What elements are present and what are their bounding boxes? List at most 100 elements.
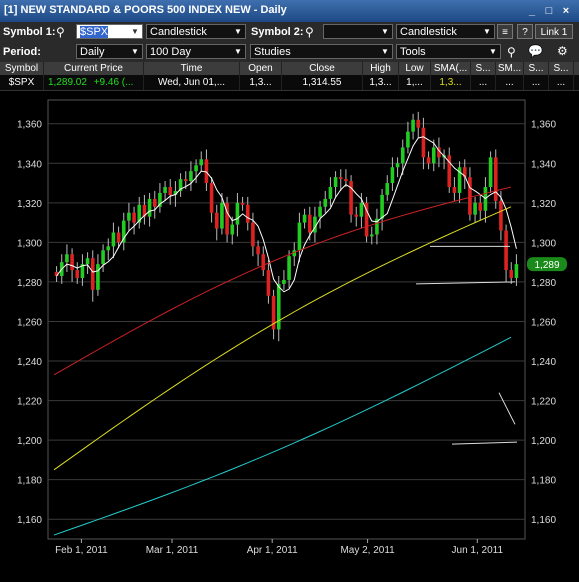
chevron-down-icon[interactable]: ▼ <box>378 25 392 38</box>
symbol1-input[interactable]: $SPX ▼ <box>76 24 143 39</box>
zoom-icon[interactable]: ⚲ <box>507 45 516 59</box>
candle-up <box>514 264 519 278</box>
tools-select[interactable]: Tools ▼ <box>396 44 501 59</box>
chevron-down-icon[interactable]: ▼ <box>231 25 245 38</box>
candle-down <box>183 179 188 182</box>
y-tick-label-left: 1,340 <box>17 159 42 170</box>
candle-up <box>406 131 410 148</box>
chevron-down-icon[interactable]: ▼ <box>128 45 142 58</box>
symbol-toolbar: Symbol 1: ⚲ $SPX ▼ Candlestick ▼ Symbol 2… <box>0 22 579 42</box>
chart-type2-select[interactable]: Candlestick ▼ <box>396 24 495 39</box>
candle-down <box>168 187 173 195</box>
candle-down <box>499 200 503 231</box>
chevron-down-icon[interactable]: ▼ <box>128 25 142 38</box>
chart-type1-select[interactable]: Candlestick ▼ <box>146 24 246 39</box>
x-tick-label: May 2, 2011 <box>340 545 395 556</box>
quote-row[interactable]: $SPX 1,289.02 +9.46 (... Wed, Jun 01,...… <box>0 75 579 91</box>
chevron-down-icon[interactable]: ▼ <box>486 45 500 58</box>
header-high[interactable]: High <box>363 62 399 75</box>
candle-up <box>380 194 384 219</box>
period-toolbar: Period: Daily ▼ 100 Day ▼ Studies ▼ Tools ▼ … <box>0 42 579 62</box>
header-time[interactable]: Time <box>144 62 240 75</box>
studies-select[interactable]: Studies ▼ <box>250 44 393 59</box>
search-icon[interactable]: ⚲ <box>305 25 314 39</box>
y-tick-label-left: 1,300 <box>17 238 42 249</box>
close-button[interactable]: × <box>559 4 573 18</box>
candle-up <box>96 264 100 290</box>
y-tick-label-right: 1,160 <box>531 515 556 526</box>
chevron-down-icon[interactable]: ▼ <box>378 45 392 58</box>
candle-down <box>266 270 271 296</box>
header-open[interactable]: Open <box>240 62 282 75</box>
header-current-price[interactable]: Current Price <box>44 62 144 75</box>
link-button[interactable]: Link 1 <box>535 24 573 39</box>
candle-up <box>318 206 322 217</box>
row-current-price: 1,289.02 +9.46 (... <box>44 75 144 90</box>
header-col12[interactable]: S... <box>549 62 574 75</box>
range-select[interactable]: 100 Day ▼ <box>146 44 246 59</box>
candle-up <box>369 234 374 237</box>
symbol2-input[interactable]: ▼ <box>323 24 393 39</box>
candle-up <box>390 167 395 184</box>
header-col11[interactable]: S... <box>524 62 549 75</box>
plot-area <box>47 99 526 540</box>
y-tick-label-right: 1,300 <box>531 238 556 249</box>
comment-icon[interactable]: 💬 <box>528 44 543 58</box>
candle-down <box>426 157 431 164</box>
chevron-down-icon[interactable]: ▼ <box>231 45 245 58</box>
candle-down <box>416 119 421 128</box>
y-tick-label-left: 1,360 <box>17 120 42 131</box>
chevron-down-icon[interactable]: ▼ <box>480 25 494 38</box>
candle-up <box>101 250 105 265</box>
y-tick-label-left: 1,240 <box>17 357 42 368</box>
search-icon[interactable]: ⚲ <box>56 25 65 39</box>
candle-down <box>338 177 343 180</box>
candle-down <box>256 246 260 255</box>
header-col9[interactable]: S... <box>471 62 496 75</box>
y-tick-label-left: 1,320 <box>17 199 42 210</box>
row-close: 1,314.55 <box>282 75 363 90</box>
candle-down <box>468 177 472 215</box>
layout-menu-icon[interactable]: ≡ <box>497 24 513 39</box>
candle-up <box>287 256 291 280</box>
help-button[interactable]: ? <box>517 24 533 39</box>
candle-down <box>116 232 121 243</box>
candle-down <box>152 198 157 207</box>
price-chart[interactable]: 1,160 1,160 1,180 1,180 1,200 1,200 1,220 1,220… <box>0 92 579 579</box>
header-low[interactable]: Low <box>399 62 431 75</box>
quote-header: Symbol Current Price Time Open Close Hig… <box>0 62 579 75</box>
period-select[interactable]: Daily ▼ <box>76 44 143 59</box>
header-sma[interactable]: SMA(... <box>431 62 471 75</box>
maximize-button[interactable]: □ <box>542 4 556 18</box>
candle-down <box>421 127 426 158</box>
candle-up <box>395 163 400 168</box>
y-tick-label-right: 1,340 <box>531 159 556 170</box>
price-change: +9.46 (... <box>93 77 134 88</box>
row-col11: ... <box>524 75 549 90</box>
header-symbol[interactable]: Symbol <box>0 62 44 75</box>
candle-up <box>297 222 302 251</box>
candle-up <box>85 258 90 265</box>
candle-down <box>478 202 483 211</box>
candle-down <box>493 157 498 201</box>
chart-svg[interactable]: 1,160 1,160 1,180 1,180 1,200 1,200 1,220 1,220… <box>0 92 579 579</box>
candle-up <box>431 147 436 164</box>
y-tick-label-right: 1,240 <box>531 357 556 368</box>
candle-up <box>230 224 235 235</box>
y-tick-label-left: 1,200 <box>17 436 42 447</box>
row-open: 1,3... <box>240 75 282 90</box>
candle-up <box>333 177 338 188</box>
settings-icon[interactable]: ⚙ <box>557 44 568 58</box>
candle-up <box>400 147 405 164</box>
period-label: Period: <box>3 46 41 58</box>
candle-down <box>509 270 514 278</box>
candle-down <box>504 230 508 271</box>
y-tick-label-right: 1,280 <box>531 278 556 289</box>
candle-up <box>147 198 152 217</box>
candle-up <box>488 157 493 188</box>
header-col10[interactable]: SM... <box>496 62 524 75</box>
minimize-button[interactable]: _ <box>525 4 539 18</box>
candle-up <box>323 198 328 207</box>
candle-up <box>111 232 116 247</box>
header-close[interactable]: Close <box>282 62 363 75</box>
